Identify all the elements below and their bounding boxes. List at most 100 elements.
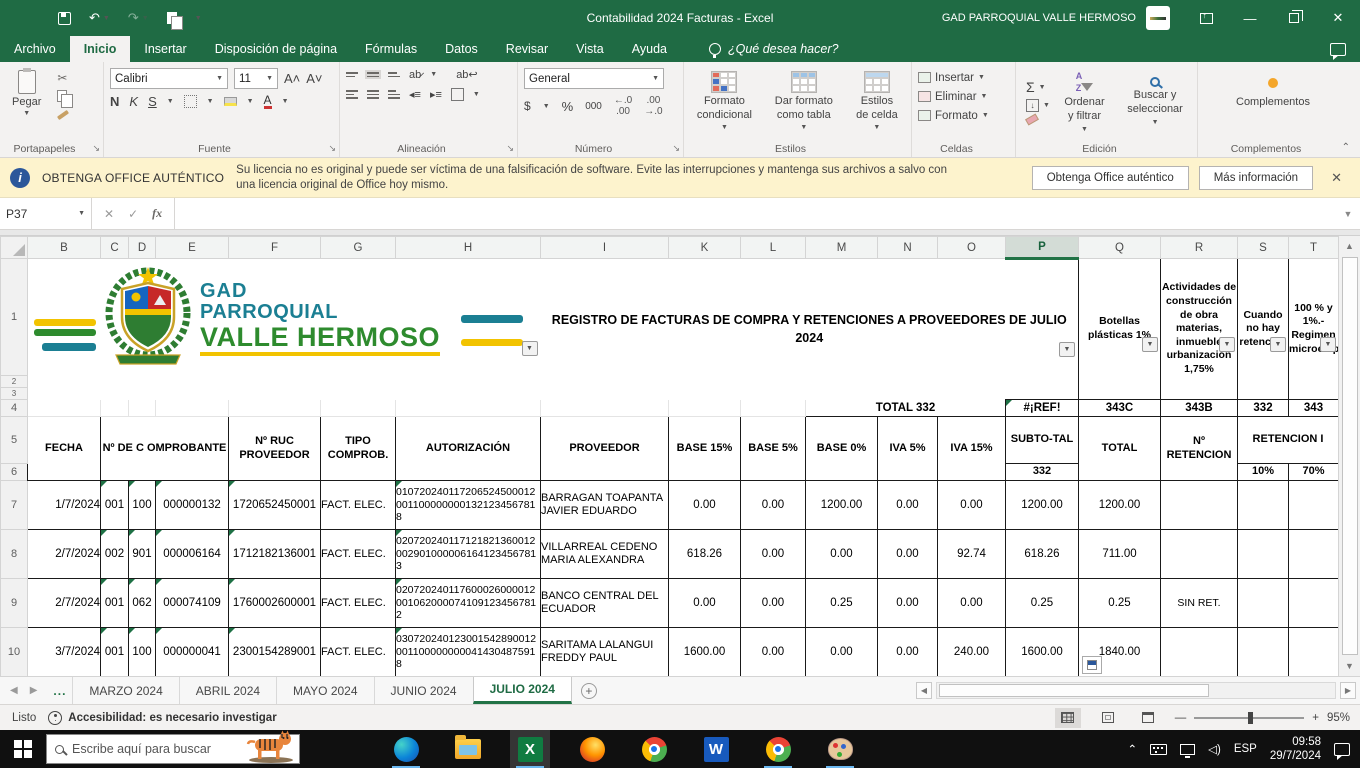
cell[interactable] [1289, 481, 1339, 530]
more-info-button[interactable]: Más información [1199, 166, 1313, 190]
cell-343C[interactable]: 343C [1079, 400, 1161, 417]
font-color-icon[interactable]: A [264, 94, 272, 109]
excel-icon[interactable]: X [510, 730, 550, 768]
cell[interactable]: 0.00 [878, 628, 938, 677]
scrollbar-thumb[interactable] [939, 684, 1209, 697]
scrollbar-thumb[interactable] [1342, 257, 1358, 655]
cell[interactable]: 0.00 [741, 579, 806, 628]
column-header-M[interactable]: M [806, 237, 878, 259]
ref-error-cell[interactable]: #¡REF! [1006, 400, 1079, 417]
header-cuando-no-hay[interactable]: Cuando no hay retención▼ [1238, 259, 1289, 400]
save-icon[interactable] [58, 12, 71, 25]
row-header-6[interactable]: 6 [1, 464, 28, 481]
tab-disposicion[interactable]: Disposición de página [201, 36, 351, 62]
select-all-corner[interactable] [1, 237, 28, 259]
cell[interactable]: 0.00 [878, 530, 938, 579]
sheet-nav-right-icon[interactable]: ▶ [30, 685, 38, 696]
cell[interactable]: 92.74 [938, 530, 1006, 579]
column-header-R[interactable]: R [1161, 237, 1238, 259]
th-subtotal[interactable]: SUBTO-TAL [1006, 417, 1079, 464]
th-comprobante[interactable]: Nº DE C OMPROBANTE [101, 417, 229, 481]
row-header-1[interactable]: 1 [1, 259, 28, 376]
feedback-icon[interactable] [1330, 43, 1346, 56]
cell[interactable]: 901 [129, 530, 156, 579]
cell[interactable]: 0.00 [741, 481, 806, 530]
filter-dropdown-icon[interactable]: ▼ [522, 341, 538, 356]
cell-ruc[interactable]: 1720652450001 [229, 481, 321, 530]
dismiss-warning-icon[interactable]: ✕ [1323, 170, 1350, 186]
scroll-up-icon[interactable]: ▲ [1339, 236, 1360, 256]
volume-icon[interactable]: ◁) [1208, 742, 1221, 756]
column-header-O[interactable]: O [938, 237, 1006, 259]
notifications-icon[interactable] [1334, 743, 1350, 756]
increase-indent-icon[interactable]: ▸≡ [430, 88, 442, 101]
clock[interactable]: 09:58 29/7/2024 [1270, 735, 1321, 764]
underline-button[interactable]: S [148, 94, 157, 109]
sheet-overflow-dots[interactable]: ... [47, 677, 72, 704]
align-top-icon[interactable] [346, 72, 358, 77]
cell[interactable]: 000006164 [156, 530, 229, 579]
borders-icon[interactable] [184, 95, 197, 108]
header-actividades[interactable]: Actividades de construcción de obra mate… [1161, 259, 1238, 400]
format-cells-button[interactable]: Formato▼ [918, 106, 1009, 125]
font-name-select[interactable]: Calibri▼ [110, 68, 228, 89]
cell-343B[interactable]: 343B [1161, 400, 1238, 417]
cell[interactable]: 0.00 [938, 579, 1006, 628]
touch-keyboard-icon[interactable] [1150, 744, 1167, 755]
paint-icon[interactable] [820, 730, 860, 768]
cell-sin-ret[interactable]: SIN RET. [1161, 579, 1238, 628]
cell-fecha[interactable]: 2/7/2024 [28, 530, 101, 579]
cell[interactable]: 0.00 [741, 530, 806, 579]
cell-ruc[interactable]: 2300154289001 [229, 628, 321, 677]
th-nretencion[interactable]: Nº RETENCION [1161, 417, 1238, 481]
cell[interactable] [1238, 530, 1289, 579]
ribbon-display-options-icon[interactable] [1184, 0, 1228, 36]
page-layout-view-icon[interactable] [1095, 708, 1121, 728]
cell-ruc[interactable]: 1712182136001 [229, 530, 321, 579]
close-button[interactable]: ✕ [1316, 0, 1360, 36]
customize-qat-icon[interactable]: ▼ [195, 15, 202, 22]
row-header-8[interactable]: 8 [1, 530, 28, 579]
undo-icon[interactable]: ↶ ▼ [89, 10, 110, 26]
cell-proveedor[interactable]: BANCO CENTRAL DEL ECUADOR [541, 579, 669, 628]
cell-proveedor[interactable]: BARRAGAN TOAPANTA JAVIER EDUARDO [541, 481, 669, 530]
align-bottom-icon[interactable] [388, 72, 400, 77]
cell[interactable] [1238, 579, 1289, 628]
network-icon[interactable] [1180, 744, 1195, 755]
format-as-table-button[interactable]: Dar formato como tabla▼ [765, 69, 843, 134]
cell-autorizacion[interactable]: 0207202401176000260000120010620000741091… [396, 579, 541, 628]
cell[interactable] [1289, 530, 1339, 579]
percent-style-icon[interactable]: % [562, 99, 574, 114]
cancel-icon[interactable]: ✕ [104, 207, 114, 221]
font-size-select[interactable]: 11▼ [234, 68, 278, 89]
expand-formula-bar-icon[interactable]: ▼ [1336, 198, 1360, 229]
zoom-slider[interactable] [1194, 717, 1304, 719]
header-botellas[interactable]: Botellas plásticas 1%▼ [1079, 259, 1161, 400]
page-break-view-icon[interactable] [1135, 708, 1161, 728]
cell-fecha[interactable]: 1/7/2024 [28, 481, 101, 530]
paste-options-icon[interactable] [1082, 656, 1102, 674]
align-left-icon[interactable] [346, 90, 358, 99]
cell[interactable] [1238, 481, 1289, 530]
cell[interactable] [1289, 579, 1339, 628]
shrink-font-icon[interactable]: A˅ [306, 71, 322, 86]
column-header-N[interactable]: N [878, 237, 938, 259]
cell[interactable]: 002 [101, 530, 129, 579]
row-header-3[interactable]: 3 [1, 388, 28, 400]
cell[interactable]: 0.00 [669, 579, 741, 628]
column-header-Q[interactable]: Q [1079, 237, 1161, 259]
account-name[interactable]: GAD PARROQUIAL VALLE HERMOSO [942, 12, 1136, 24]
column-header-K[interactable]: K [669, 237, 741, 259]
cell[interactable]: 0.00 [669, 481, 741, 530]
cell[interactable]: 100 [129, 481, 156, 530]
cell[interactable]: 1200.00 [1006, 481, 1079, 530]
cell[interactable] [669, 400, 741, 417]
scroll-down-icon[interactable]: ▼ [1339, 656, 1360, 676]
th-base15[interactable]: BASE 15% [669, 417, 741, 481]
cell-styles-button[interactable]: Estilos de celda▼ [849, 69, 905, 134]
cell[interactable]: 000074109 [156, 579, 229, 628]
alignment-dialog-launcher[interactable]: ↘ [506, 143, 514, 154]
accessibility-status[interactable]: Accesibilidad: es necesario investigar [48, 711, 276, 725]
report-title-cell[interactable]: REGISTRO DE FACTURAS DE COMPRA Y RETENCI… [541, 259, 1079, 400]
cell[interactable]: 618.26 [1006, 530, 1079, 579]
